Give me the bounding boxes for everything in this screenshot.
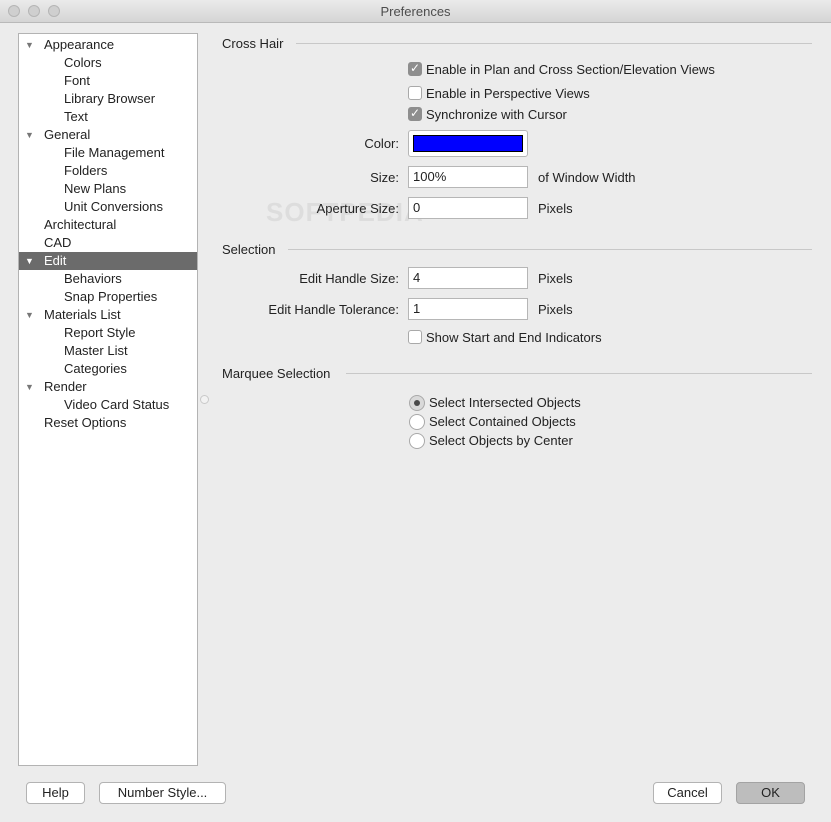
- crosshair-color-well[interactable]: [408, 130, 528, 157]
- sync-cursor-checkbox[interactable]: [408, 106, 422, 121]
- show-indicators-checkbox[interactable]: [408, 330, 422, 344]
- sidebar-item-master-list[interactable]: Master List: [19, 342, 197, 360]
- disclosure-triangle-icon[interactable]: ▼: [25, 306, 34, 324]
- edit-handle-size-input[interactable]: 4: [408, 267, 528, 289]
- sidebar-item-edit[interactable]: ▼ Edit: [19, 252, 197, 270]
- sidebar-item-label: Materials List: [44, 307, 121, 322]
- window-title: Preferences: [380, 4, 451, 19]
- color-label: Color:: [364, 136, 399, 151]
- edit-handle-tolerance-unit: Pixels: [538, 302, 573, 317]
- sidebar-item-unit-conversions[interactable]: Unit Conversions: [19, 198, 197, 216]
- disclosure-triangle-icon[interactable]: ▼: [25, 252, 34, 270]
- sidebar-item-architectural[interactable]: Architectural: [19, 216, 197, 234]
- sync-cursor-label[interactable]: Synchronize with Cursor: [426, 107, 567, 122]
- sidebar-item-colors[interactable]: Colors: [19, 54, 197, 72]
- preferences-category-tree[interactable]: ▼ Appearance Colors Font Library Browser Text…: [18, 33, 198, 766]
- sidebar-item-label: Unit Conversions: [64, 199, 163, 214]
- sidebar-item-label: Categories: [64, 361, 127, 376]
- select-intersected-radio[interactable]: [409, 395, 425, 411]
- cancel-button[interactable]: Cancel: [653, 782, 722, 804]
- edit-handle-size-unit: Pixels: [538, 271, 573, 286]
- sidebar-item-categories[interactable]: Categories: [19, 360, 197, 378]
- marquee-divider: [346, 373, 812, 374]
- sidebar-item-materials-list[interactable]: ▼ Materials List: [19, 306, 197, 324]
- sidebar-item-cad[interactable]: CAD: [19, 234, 197, 252]
- sidebar-item-library-browser[interactable]: Library Browser: [19, 90, 197, 108]
- sidebar-item-label: Architectural: [44, 217, 117, 232]
- edit-handle-tolerance-input[interactable]: 1: [408, 298, 528, 320]
- selection-divider: [288, 249, 812, 250]
- size-label: Size:: [370, 170, 399, 185]
- aperture-size-label: Aperture Size:: [316, 201, 399, 216]
- select-by-center-label[interactable]: Select Objects by Center: [429, 433, 573, 448]
- sidebar-item-label: Snap Properties: [64, 289, 158, 304]
- sidebar-item-label: Report Style: [64, 325, 136, 340]
- show-indicators-label[interactable]: Show Start and End Indicators: [426, 330, 602, 345]
- sidebar-item-video-card-status[interactable]: Video Card Status: [19, 396, 197, 414]
- sidebar-item-label: CAD: [44, 235, 72, 250]
- sidebar-item-font[interactable]: Font: [19, 72, 197, 90]
- sidebar-item-label: Folders: [64, 163, 108, 178]
- sidebar-item-label: New Plans: [64, 181, 127, 196]
- select-intersected-label[interactable]: Select Intersected Objects: [429, 395, 581, 410]
- crosshair-section-title: Cross Hair: [222, 36, 284, 51]
- select-contained-radio[interactable]: [409, 414, 425, 430]
- select-contained-label[interactable]: Select Contained Objects: [429, 414, 576, 429]
- sidebar-item-label: File Management: [64, 145, 165, 160]
- edit-handle-size-label: Edit Handle Size:: [299, 271, 399, 286]
- disclosure-triangle-icon[interactable]: ▼: [25, 126, 34, 144]
- sidebar-item-behaviors[interactable]: Behaviors: [19, 270, 197, 288]
- help-button[interactable]: Help: [26, 782, 85, 804]
- sidebar-item-file-management[interactable]: File Management: [19, 144, 197, 162]
- color-swatch: [413, 135, 523, 152]
- sidebar-item-reset-options[interactable]: Reset Options: [19, 414, 197, 432]
- sidebar-item-render[interactable]: ▼ Render: [19, 378, 197, 396]
- sidebar-item-label: General: [44, 127, 91, 142]
- sidebar-item-report-style[interactable]: Report Style: [19, 324, 197, 342]
- sidebar-item-label: Behaviors: [64, 271, 122, 286]
- sidebar-item-label: Text: [64, 109, 88, 124]
- marquee-section-title: Marquee Selection: [222, 366, 331, 381]
- enable-perspective-checkbox[interactable]: [408, 86, 422, 100]
- aperture-unit-label: Pixels: [538, 201, 573, 216]
- sidebar-item-label: Appearance: [44, 37, 115, 52]
- sidebar-item-label: Reset Options: [44, 415, 127, 430]
- aperture-size-input[interactable]: 0: [408, 197, 528, 219]
- size-unit-label: of Window Width: [538, 170, 636, 185]
- sidebar-item-label: Library Browser: [64, 91, 156, 106]
- edit-handle-tolerance-label: Edit Handle Tolerance:: [268, 302, 399, 317]
- splitter-handle-icon[interactable]: [200, 395, 209, 404]
- sidebar-item-appearance[interactable]: ▼ Appearance: [19, 36, 197, 54]
- disclosure-triangle-icon[interactable]: ▼: [25, 36, 34, 54]
- sidebar-item-label: Render: [44, 379, 87, 394]
- selection-section-title: Selection: [222, 242, 276, 257]
- enable-plan-checkbox[interactable]: [408, 61, 422, 76]
- sidebar-item-label: Colors: [64, 55, 102, 70]
- sidebar-item-snap-properties[interactable]: Snap Properties: [19, 288, 197, 306]
- title-bar: Preferences: [0, 0, 831, 23]
- sidebar-item-label: Video Card Status: [64, 397, 170, 412]
- select-by-center-radio[interactable]: [409, 433, 425, 449]
- disclosure-triangle-icon[interactable]: ▼: [25, 378, 34, 396]
- enable-perspective-label[interactable]: Enable in Perspective Views: [426, 86, 590, 101]
- sidebar-item-text[interactable]: Text: [19, 108, 197, 126]
- sidebar-item-label: Edit: [44, 253, 67, 268]
- enable-plan-label[interactable]: Enable in Plan and Cross Section/Elevati…: [426, 62, 715, 77]
- sidebar-item-new-plans[interactable]: New Plans: [19, 180, 197, 198]
- ok-button[interactable]: OK: [736, 782, 805, 804]
- sidebar-item-general[interactable]: ▼ General: [19, 126, 197, 144]
- number-style-button[interactable]: Number Style...: [99, 782, 226, 804]
- sidebar-item-folders[interactable]: Folders: [19, 162, 197, 180]
- sidebar-item-label: Font: [64, 73, 91, 88]
- crosshair-size-input[interactable]: 100%: [408, 166, 528, 188]
- crosshair-divider: [296, 43, 812, 44]
- sidebar-item-label: Master List: [64, 343, 128, 358]
